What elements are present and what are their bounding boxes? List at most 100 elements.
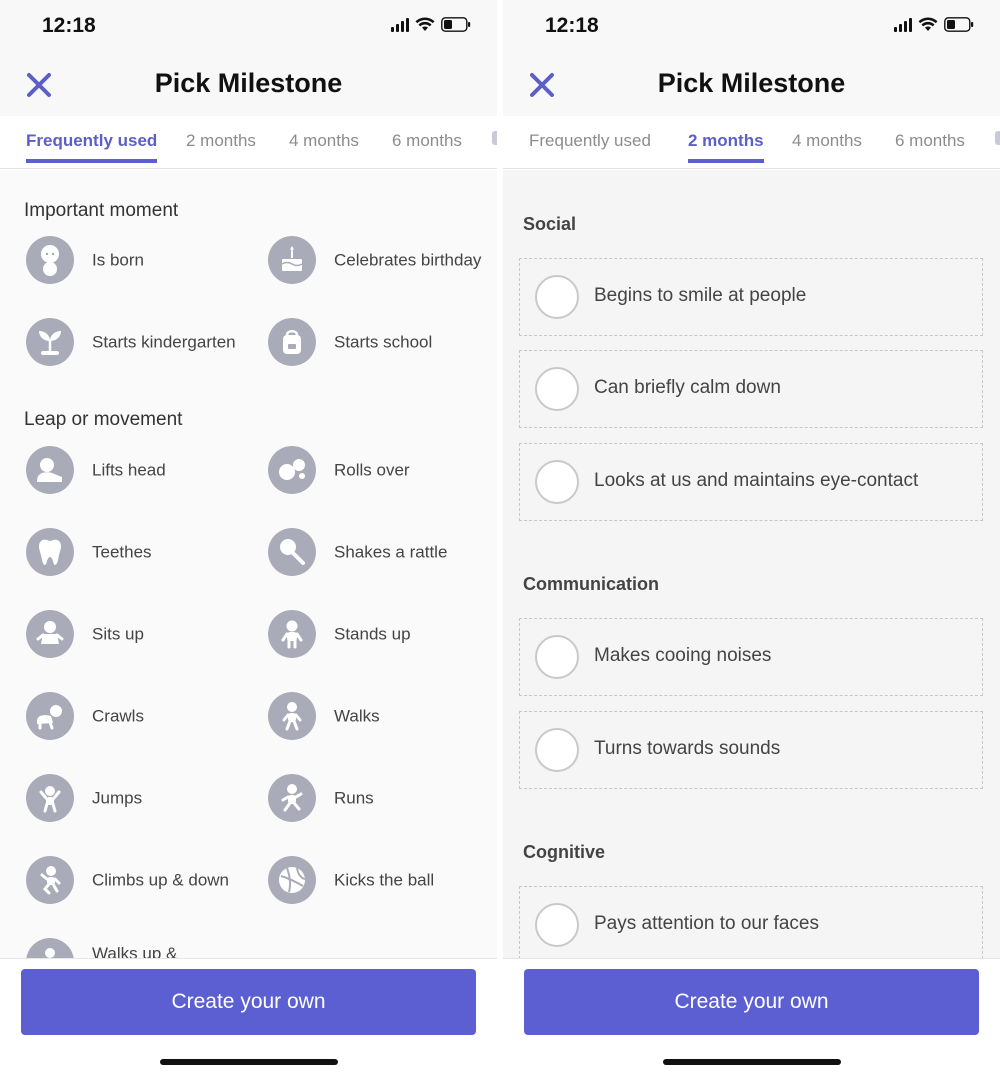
milestone-label: Rolls over	[334, 460, 410, 480]
milestone-label: Kicks the ball	[334, 870, 435, 890]
standing-baby-icon	[268, 610, 316, 658]
milestone-radio[interactable]	[535, 460, 579, 504]
battery-icon	[441, 17, 471, 32]
milestone-label: Starts school	[334, 332, 433, 352]
walking-baby-icon	[268, 692, 316, 740]
milestone-shakes-a-rattle[interactable]: Shakes a rattle	[268, 522, 497, 582]
milestone-celebrates-birthday[interactable]: Celebrates birthday	[268, 230, 497, 290]
milestone-label: Sits up	[92, 624, 144, 644]
milestone-radio[interactable]	[535, 903, 579, 947]
tab-4-months[interactable]: 4 months	[289, 131, 359, 163]
milestone-starts-school[interactable]: Starts school	[268, 312, 497, 372]
milestone-card-label: Turns towards sounds	[594, 738, 781, 759]
cellular-signal-icon	[391, 17, 409, 32]
stairs-icon	[26, 938, 74, 958]
milestone-radio[interactable]	[535, 367, 579, 411]
milestone-card-eye-contact[interactable]: Looks at us and maintains eye-contact	[519, 443, 983, 521]
tab-4-months[interactable]: 4 months	[792, 131, 862, 163]
milestone-starts-kindergarten[interactable]: Starts kindergarten	[26, 312, 266, 372]
milestone-runs[interactable]: Runs	[268, 768, 497, 828]
rattle-icon	[268, 528, 316, 576]
milestone-list: Important moment Is born Celebrates birt…	[0, 170, 497, 958]
tab-2-months[interactable]: 2 months	[688, 131, 764, 163]
tab-2-months[interactable]: 2 months	[186, 131, 256, 163]
milestone-card-label: Looks at us and maintains eye-contact	[594, 470, 919, 491]
battery-icon	[944, 17, 974, 32]
milestone-label: Runs	[334, 788, 374, 808]
home-indicator	[663, 1059, 841, 1065]
milestone-card-label: Begins to smile at people	[594, 285, 807, 306]
milestone-radio[interactable]	[535, 728, 579, 772]
milestone-walks[interactable]: Walks	[268, 686, 497, 746]
milestone-label: Walks up &	[92, 944, 178, 958]
footer: Create your own	[0, 958, 497, 1076]
footer: Create your own	[503, 958, 1000, 1076]
tab-6-months[interactable]: 6 months	[895, 131, 965, 163]
milestone-crawls[interactable]: Crawls	[26, 686, 266, 746]
milestone-radio[interactable]	[535, 635, 579, 679]
header: Pick Milestone	[0, 52, 497, 116]
create-your-own-button[interactable]: Create your own	[21, 969, 476, 1035]
milestone-checklist: Social Begins to smile at people Can bri…	[503, 170, 1000, 958]
status-icons	[391, 17, 471, 32]
jumping-baby-icon	[26, 774, 74, 822]
crawling-baby-icon	[26, 692, 74, 740]
cellular-signal-icon	[894, 17, 912, 32]
milestone-stands-up[interactable]: Stands up	[268, 604, 497, 664]
tab-next-peek	[995, 131, 1000, 145]
milestone-teethes[interactable]: Teethes	[26, 522, 266, 582]
milestone-sits-up[interactable]: Sits up	[26, 604, 266, 664]
tab-frequently-used[interactable]: Frequently used	[529, 131, 651, 163]
climbing-baby-icon	[26, 856, 74, 904]
section-title-social: Social	[523, 214, 577, 234]
tab-6-months[interactable]: 6 months	[392, 131, 462, 163]
milestone-card-label: Pays attention to our faces	[594, 913, 819, 934]
milestone-label: Celebrates birthday	[334, 250, 482, 270]
milestone-lifts-head[interactable]: Lifts head	[26, 440, 266, 500]
birthday-cake-icon	[268, 236, 316, 284]
milestone-label: Crawls	[92, 706, 144, 726]
milestone-card-cooing[interactable]: Makes cooing noises	[519, 618, 983, 696]
tab-frequently-used[interactable]: Frequently used	[26, 131, 158, 163]
sprout-icon	[26, 318, 74, 366]
home-indicator	[160, 1059, 338, 1065]
milestone-card-faces[interactable]: Pays attention to our faces	[519, 886, 983, 958]
milestone-card-smile[interactable]: Begins to smile at people	[519, 258, 983, 336]
milestone-climbs-up-down[interactable]: Climbs up & down	[26, 850, 266, 910]
milestone-label: Shakes a rattle	[334, 542, 448, 562]
create-your-own-button[interactable]: Create your own	[524, 969, 979, 1035]
running-baby-icon	[268, 774, 316, 822]
lifting-head-icon	[26, 446, 74, 494]
milestone-kicks-the-ball[interactable]: Kicks the ball	[268, 850, 497, 910]
page-title: Pick Milestone	[154, 68, 343, 98]
tab-bar: Frequently used 2 months 4 months 6 mont…	[0, 116, 497, 169]
section-title-communication: Communication	[523, 574, 660, 594]
milestone-label: Walks	[334, 706, 380, 726]
milestone-label: Teethes	[92, 542, 152, 562]
milestone-card-label: Makes cooing noises	[594, 645, 772, 666]
sitting-baby-icon	[26, 610, 74, 658]
milestone-jumps[interactable]: Jumps	[26, 768, 266, 828]
milestone-card-calm-down[interactable]: Can briefly calm down	[519, 350, 983, 428]
milestone-label: Stands up	[334, 624, 411, 644]
milestone-label: Jumps	[92, 788, 143, 808]
milestone-rolls-over[interactable]: Rolls over	[268, 440, 497, 500]
wifi-icon	[918, 17, 938, 32]
screen-frequently-used: 12:18 Pick Milestone Frequently used 2 m…	[0, 0, 497, 1076]
ball-icon	[268, 856, 316, 904]
milestone-card-sounds[interactable]: Turns towards sounds	[519, 711, 983, 789]
milestone-walks-up[interactable]: Walks up &	[26, 932, 266, 958]
wifi-icon	[415, 17, 435, 32]
milestone-card-label: Can briefly calm down	[594, 377, 781, 398]
milestone-label: Climbs up & down	[92, 870, 230, 890]
milestone-is-born[interactable]: Is born	[26, 230, 266, 290]
milestone-label: Lifts head	[92, 460, 166, 480]
status-bar: 12:18	[0, 0, 497, 52]
tab-bar: Frequently used 2 months 4 months 6 mont…	[503, 116, 1000, 169]
milestone-radio[interactable]	[535, 275, 579, 319]
status-time: 12:18	[42, 14, 96, 37]
roll-over-icon	[268, 446, 316, 494]
baby-icon	[26, 236, 74, 284]
header: Pick Milestone	[503, 52, 1000, 116]
section-title-important-moment: Important moment	[24, 200, 179, 221]
